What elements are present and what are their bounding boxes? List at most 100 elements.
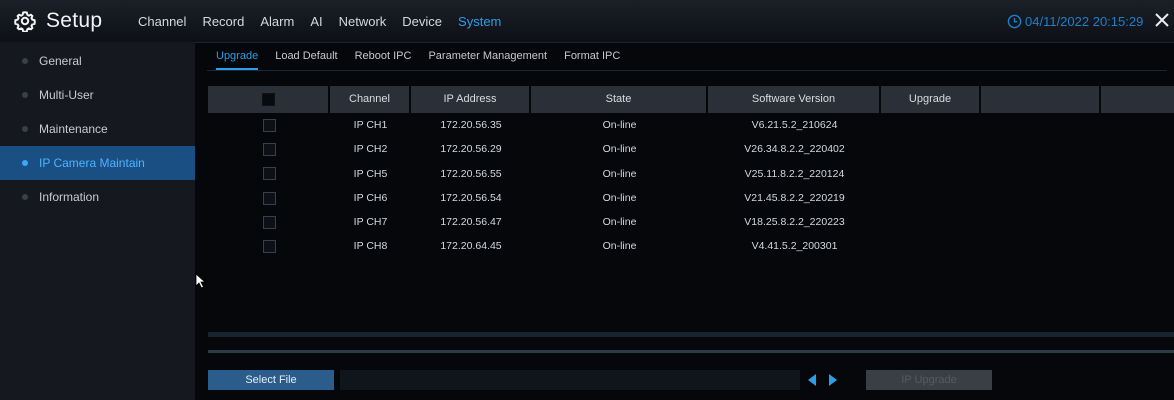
tab-upgrade[interactable]: Upgrade: [216, 44, 259, 70]
row-checkbox[interactable]: [262, 167, 276, 181]
cell-software-version: V6.21.5.2_210624: [751, 119, 838, 131]
bullet-icon: [22, 160, 28, 166]
gear-icon: [14, 11, 36, 32]
ipc-upgrade-table: Channel IP Address State Software Versio…: [208, 86, 1174, 259]
cell-upgrade: [881, 186, 981, 210]
page-title: Setup: [46, 9, 103, 32]
sidebar-item-maintenance[interactable]: Maintenance: [0, 112, 195, 146]
sidebar-item-label: IP Camera Maintain: [39, 156, 145, 170]
menu-system[interactable]: System: [458, 14, 501, 29]
arrow-left-icon[interactable]: [808, 374, 816, 386]
row-select: [208, 162, 330, 186]
table-row[interactable]: IP CH8 172.20.64.45 On-line V4.41.5.2_20…: [208, 234, 1174, 258]
mouse-cursor-icon: [195, 273, 207, 289]
table-row[interactable]: IP CH6 172.20.56.54 On-line V21.45.8.2.2…: [208, 186, 1174, 210]
cell-upgrade: [881, 113, 981, 137]
cell-channel: IP CH6: [353, 191, 388, 204]
datetime-display: 04/11/2022 20:15:29: [1007, 0, 1143, 42]
header-ip-address: IP Address: [411, 86, 531, 113]
divider: [208, 350, 1174, 353]
bullet-icon: [22, 92, 28, 98]
table-row[interactable]: IP CH7 172.20.56.47 On-line V18.25.8.2.2…: [208, 210, 1174, 234]
cell-upgrade: [881, 162, 981, 186]
menu-record[interactable]: Record: [202, 14, 244, 29]
tab-parameter-management[interactable]: Parameter Management: [428, 44, 547, 70]
datetime-text: 04/11/2022 20:15:29: [1025, 13, 1144, 29]
table-row[interactable]: IP CH1 172.20.56.35 On-line V6.21.5.2_21…: [208, 113, 1174, 137]
cell-channel: IP CH5: [353, 167, 388, 180]
row-select: [208, 210, 330, 234]
sidebar-item-label: General: [39, 54, 82, 68]
bullet-icon: [22, 58, 28, 64]
file-path-field[interactable]: [340, 370, 800, 390]
bullet-icon: [22, 126, 28, 132]
header-select: [208, 86, 330, 113]
menu-device[interactable]: Device: [402, 14, 442, 29]
select-all-checkbox[interactable]: [261, 92, 275, 106]
tab-format-ipc[interactable]: Format IPC: [564, 44, 620, 70]
row-select: [208, 113, 330, 137]
main-menu: Channel Record Alarm AI Network Device S…: [138, 0, 517, 42]
cell-software-version: V26.34.8.2.2_220402: [744, 143, 845, 156]
menu-alarm[interactable]: Alarm: [260, 14, 294, 29]
clock-icon: [1007, 14, 1022, 28]
row-select: [208, 186, 330, 210]
sidebar: General Multi-User Maintenance IP Camera…: [0, 42, 195, 400]
cell-state: On-line: [602, 191, 637, 204]
sidebar-item-multi-user[interactable]: Multi-User: [0, 78, 195, 112]
row-checkbox[interactable]: [262, 240, 276, 254]
menu-channel[interactable]: Channel: [138, 14, 186, 29]
sidebar-item-information[interactable]: Information: [0, 180, 195, 214]
cell-ip-address: 172.20.64.45: [440, 240, 502, 253]
tab-load-default[interactable]: Load Default: [275, 44, 337, 70]
horizontal-scrollbar[interactable]: [208, 332, 1174, 337]
sidebar-item-general[interactable]: General: [0, 44, 195, 78]
cell-state: On-line: [602, 143, 637, 156]
cell-ip-address: 172.20.56.54: [440, 191, 502, 204]
top-bar: Setup Channel Record Alarm AI Network De…: [0, 0, 1174, 43]
tab-reboot-ipc[interactable]: Reboot IPC: [355, 44, 412, 70]
arrow-right-icon[interactable]: [829, 374, 837, 386]
cell-upgrade: [881, 234, 981, 258]
header-upgrade: Upgrade: [881, 86, 981, 113]
cell-software-version: V4.41.5.2_200301: [751, 240, 838, 253]
row-select: [208, 234, 330, 258]
row-select: [208, 137, 330, 161]
cell-channel: IP CH2: [353, 143, 388, 156]
cell-state: On-line: [602, 240, 637, 253]
select-file-button[interactable]: Select File: [208, 370, 334, 390]
cell-channel: IP CH7: [353, 216, 388, 229]
row-checkbox[interactable]: [262, 143, 276, 157]
table-row[interactable]: IP CH2 172.20.56.29 On-line V26.34.8.2.2…: [208, 137, 1174, 161]
brand: Setup: [14, 0, 102, 42]
cell-upgrade: [881, 137, 981, 161]
cell-software-version: V21.45.8.2.2_220219: [744, 191, 845, 204]
cell-channel: IP CH1: [353, 119, 388, 131]
sidebar-item-ip-camera-maintain[interactable]: IP Camera Maintain: [0, 146, 195, 180]
cell-upgrade: [881, 210, 981, 234]
close-icon[interactable]: [1152, 10, 1172, 30]
cell-ip-address: 172.20.56.29: [440, 143, 502, 156]
cell-state: On-line: [602, 119, 637, 131]
subtab-bar: Upgrade Load Default Reboot IPC Paramete…: [207, 44, 1167, 71]
bullet-icon: [22, 194, 28, 200]
sidebar-item-label: Information: [39, 190, 100, 204]
table-header: Channel IP Address State Software Versio…: [208, 86, 1174, 113]
cell-ip-address: 172.20.56.35: [440, 119, 502, 131]
header-channel: Channel: [330, 86, 411, 113]
row-checkbox[interactable]: [262, 118, 276, 132]
row-checkbox[interactable]: [262, 215, 276, 229]
row-checkbox[interactable]: [262, 191, 276, 205]
ip-upgrade-button[interactable]: IP Upgrade: [866, 370, 992, 390]
cell-state: On-line: [602, 216, 637, 229]
cell-software-version: V25.11.8.2.2_220124: [744, 167, 845, 180]
cell-software-version: V18.25.8.2.2_220223: [744, 216, 845, 229]
menu-ai[interactable]: AI: [310, 14, 322, 29]
cell-channel: IP CH8: [353, 240, 388, 253]
cell-ip-address: 172.20.56.55: [440, 167, 502, 180]
header-empty: [981, 86, 1101, 113]
menu-network[interactable]: Network: [339, 14, 387, 29]
table-row[interactable]: IP CH5 172.20.56.55 On-line V25.11.8.2.2…: [208, 162, 1174, 186]
header-state: State: [531, 86, 708, 113]
header-software-version: Software Version: [708, 86, 881, 113]
